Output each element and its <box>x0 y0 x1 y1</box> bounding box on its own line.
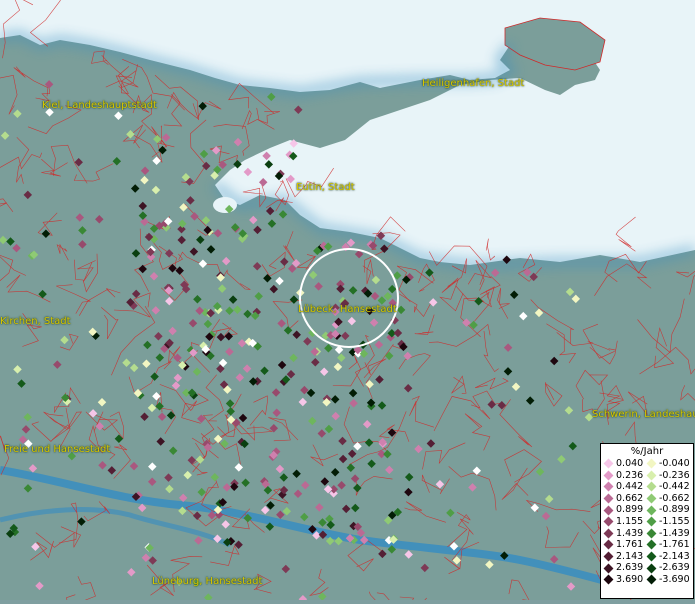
legend-row: 2.143 -2.143 <box>601 551 693 563</box>
legend-row: 0.442 -0.442 <box>601 481 693 493</box>
legend-value-positive: 2.639 <box>616 562 643 574</box>
legend-swatch-positive <box>604 459 614 469</box>
legend-value-negative: -2.639 <box>659 562 690 574</box>
legend-panel: %/Jahr 0.040 -0.040 0.236 -0.236 0.442 -0.442… <box>600 443 694 599</box>
legend-row: 1.761 -1.761 <box>601 539 693 551</box>
map-view[interactable]: Kiel, Landeshauptstadt Heiligenhafen, St… <box>0 0 695 600</box>
legend-swatch-positive <box>604 470 614 480</box>
legend-swatch-negative <box>647 517 657 527</box>
legend-value-negative: -3.690 <box>659 574 690 586</box>
legend-swatch-positive <box>604 482 614 492</box>
legend-row: 0.236 -0.236 <box>601 470 693 482</box>
city-label-kirchen: Kirchen, Stadt <box>0 316 71 327</box>
legend-swatch-negative <box>647 528 657 538</box>
legend-value-negative: -1.761 <box>659 539 690 551</box>
legend-swatch-positive <box>604 505 614 515</box>
legend-swatch-negative <box>647 552 657 562</box>
legend-swatch-positive <box>604 563 614 573</box>
legend-swatch-negative <box>647 505 657 515</box>
legend-swatch-positive <box>604 575 614 585</box>
city-label-kiel: Kiel, Landeshauptstadt <box>42 100 157 111</box>
legend-swatch-negative <box>647 575 657 585</box>
legend-swatch-negative <box>647 540 657 550</box>
legend-value-positive: 0.040 <box>616 458 643 470</box>
legend-row: 1.155 -1.155 <box>601 516 693 528</box>
legend-row: 0.899 -0.899 <box>601 504 693 516</box>
legend-value-positive: 0.899 <box>616 504 643 516</box>
legend-value-negative: -2.143 <box>659 551 690 563</box>
legend-swatch-positive <box>604 517 614 527</box>
legend-swatch-positive <box>604 552 614 562</box>
city-label-heiligenhafen: Heiligenhafen, Stadt <box>422 78 524 89</box>
legend-value-positive: 1.155 <box>616 516 643 528</box>
legend-value-negative: -0.899 <box>659 504 690 516</box>
city-label-lueneburg: Lüneburg, Hansestadt <box>152 576 262 587</box>
legend-value-negative: -0.442 <box>659 481 690 493</box>
legend-value-negative: -0.236 <box>659 470 690 482</box>
legend-value-negative: -0.040 <box>659 458 690 470</box>
legend-swatch-negative <box>647 494 657 504</box>
legend-row: 1.439 -1.439 <box>601 528 693 540</box>
lake <box>213 197 237 213</box>
legend-value-negative: -1.439 <box>659 528 690 540</box>
legend-swatch-negative <box>647 470 657 480</box>
map-canvas[interactable] <box>0 0 695 600</box>
legend-value-positive: 0.662 <box>616 493 643 505</box>
legend-value-positive: 1.439 <box>616 528 643 540</box>
legend-swatch-negative <box>647 482 657 492</box>
legend-value-negative: -1.155 <box>659 516 690 528</box>
legend-swatch-positive <box>604 494 614 504</box>
city-label-luebeck: Lübeck, Hansestadt <box>298 304 397 315</box>
legend-row: 2.639 -2.639 <box>601 562 693 574</box>
legend-value-positive: 0.236 <box>616 470 643 482</box>
legend-value-positive: 0.442 <box>616 481 643 493</box>
legend-swatch-positive <box>604 540 614 550</box>
legend-title: %/Jahr <box>601 445 693 458</box>
city-label-eutin: Eutin, Stadt <box>296 182 355 193</box>
legend-row: 3.690 -3.690 <box>601 574 693 586</box>
legend-swatch-negative <box>647 459 657 469</box>
legend-rows: 0.040 -0.040 0.236 -0.236 0.442 -0.442 0.662 -0… <box>601 458 693 586</box>
legend-value-positive: 2.143 <box>616 551 643 563</box>
legend-row: 0.662 -0.662 <box>601 493 693 505</box>
city-label-schwerin: Schwerin, Landeshau <box>592 409 695 420</box>
legend-value-negative: -0.662 <box>659 493 690 505</box>
legend-value-positive: 1.761 <box>616 539 643 551</box>
city-label-bremen: Freie und Hansestadt <box>4 444 110 455</box>
legend-swatch-positive <box>604 528 614 538</box>
legend-swatch-negative <box>647 563 657 573</box>
legend-value-positive: 3.690 <box>616 574 643 586</box>
legend-row: 0.040 -0.040 <box>601 458 693 470</box>
